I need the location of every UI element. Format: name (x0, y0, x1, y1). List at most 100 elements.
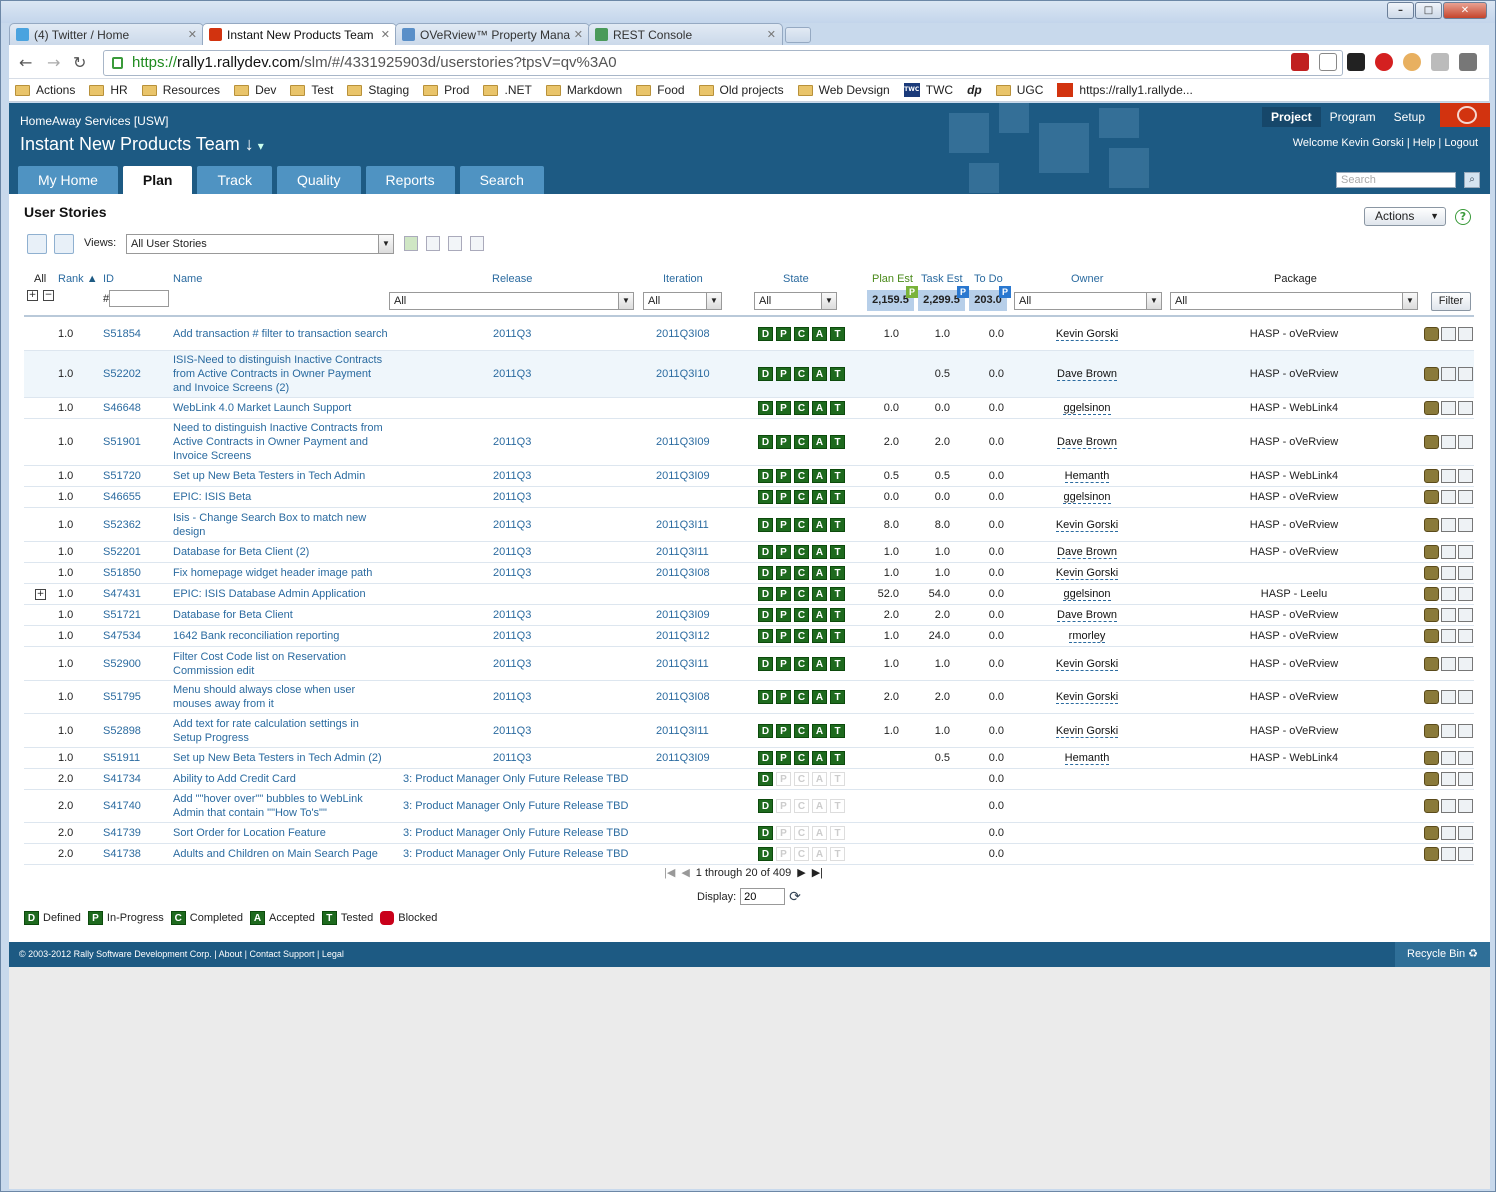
story-id-link[interactable]: S47534 (103, 630, 141, 642)
state-t-button[interactable]: T (830, 751, 845, 765)
state-a-button[interactable]: A (812, 723, 827, 738)
state-p-button[interactable]: P (776, 629, 791, 643)
copy-icon[interactable] (1458, 847, 1473, 861)
state-a-button[interactable]: A (812, 608, 827, 622)
display-input[interactable] (740, 888, 786, 905)
story-id-link[interactable]: S52898 (103, 725, 141, 737)
story-id-link[interactable]: S52202 (103, 368, 141, 380)
col-iteration[interactable]: Iteration (663, 273, 703, 285)
state-a-button[interactable]: A (812, 847, 827, 861)
plan-est-cell[interactable]: 0.0 (864, 491, 899, 503)
state-a-button[interactable]: A (812, 656, 827, 671)
state-a-button[interactable]: A (812, 367, 827, 381)
state-t-button[interactable]: T (830, 367, 845, 381)
state-p-button[interactable]: P (776, 517, 791, 532)
edit-icon[interactable] (1441, 723, 1456, 738)
gear-icon[interactable] (1424, 723, 1439, 738)
plan-est-cell[interactable]: 1.0 (864, 658, 899, 670)
copy-icon[interactable] (1458, 799, 1473, 813)
state-p-button[interactable]: P (776, 367, 791, 381)
story-id-link[interactable]: S52362 (103, 519, 141, 531)
project-name[interactable]: Instant New Products Team ↓ ▾ (20, 134, 264, 155)
copy-icon[interactable] (1458, 566, 1473, 580)
copy-view-icon[interactable] (448, 236, 462, 251)
state-a-button[interactable]: A (812, 751, 827, 765)
copy-icon[interactable] (1458, 469, 1473, 483)
story-name-link[interactable]: Database for Beta Client (2) (173, 545, 388, 559)
state-filter[interactable]: All ▼ (754, 292, 837, 310)
iteration-link[interactable]: 2011Q3I08 (656, 328, 710, 340)
plan-est-cell[interactable]: 52.0 (864, 588, 899, 600)
state-a-button[interactable]: A (812, 690, 827, 704)
edit-icon[interactable] (1441, 469, 1456, 483)
owner-cell[interactable]: Dave Brown (1034, 546, 1140, 559)
state-p-button[interactable]: P (776, 826, 791, 840)
bookmark-item[interactable]: UGC (995, 83, 1043, 97)
story-name-link[interactable]: Set up New Beta Testers in Tech Admin (173, 469, 388, 483)
copy-icon[interactable] (1458, 826, 1473, 840)
iteration-filter[interactable]: All ▼ (643, 292, 722, 310)
state-t-button[interactable]: T (830, 435, 845, 449)
owner-cell[interactable]: Dave Brown (1034, 436, 1140, 449)
bookmark-item[interactable]: HR (89, 83, 128, 97)
owner-cell[interactable]: Hemanth (1034, 752, 1140, 765)
tab-track[interactable]: Track (197, 166, 272, 194)
star-icon[interactable] (1319, 53, 1337, 71)
col-all[interactable]: All (34, 273, 46, 285)
owner-cell[interactable]: Kevin Gorski (1034, 327, 1140, 341)
state-p-button[interactable]: P (776, 690, 791, 704)
edit-icon[interactable] (1441, 545, 1456, 559)
plan-est-cell[interactable]: 1.0 (864, 725, 899, 737)
adblock-icon[interactable] (1375, 53, 1393, 71)
state-p-button[interactable]: P (776, 723, 791, 738)
state-c-button[interactable]: C (794, 367, 809, 381)
edit-icon[interactable] (1441, 772, 1456, 786)
owner-cell[interactable]: Kevin Gorski (1034, 518, 1140, 532)
state-a-button[interactable]: A (812, 490, 827, 504)
edit-icon[interactable] (1441, 367, 1456, 381)
col-task-est[interactable]: Task Est (921, 273, 963, 285)
bookmark-item[interactable]: Actions (15, 83, 75, 97)
owner-cell[interactable]: ggelsinon (1034, 402, 1140, 415)
state-t-button[interactable]: T (830, 469, 845, 483)
state-t-button[interactable]: T (830, 629, 845, 643)
plan-est-cell[interactable]: 0.0 (864, 402, 899, 414)
search-icon[interactable]: ⌕ (1464, 172, 1480, 188)
iteration-link[interactable]: 2011Q3I08 (656, 567, 710, 579)
list-view-icon[interactable] (54, 234, 74, 254)
copy-icon[interactable] (1458, 587, 1473, 601)
story-id-link[interactable]: S46648 (103, 402, 141, 414)
header-nav-program[interactable]: Program (1321, 107, 1385, 127)
flash-extension-icon[interactable] (1291, 53, 1309, 71)
col-plan-est[interactable]: Plan Est (872, 273, 913, 285)
back-icon[interactable]: ← (19, 53, 32, 72)
state-a-button[interactable]: A (812, 326, 827, 341)
release-link[interactable]: 3: Product Manager Only Future Release T… (403, 848, 628, 860)
gear-icon[interactable] (1424, 435, 1439, 449)
copy-icon[interactable] (1458, 723, 1473, 738)
release-link[interactable]: 2011Q3 (493, 546, 531, 558)
state-t-button[interactable]: T (830, 608, 845, 622)
owner-cell[interactable]: Kevin Gorski (1034, 567, 1140, 580)
copy-icon[interactable] (1458, 435, 1473, 449)
state-a-button[interactable]: A (812, 401, 827, 415)
delete-view-icon[interactable] (470, 236, 484, 251)
address-bar[interactable]: https://rally1.rallydev.com/slm/#/433192… (103, 50, 1343, 76)
browser-tab[interactable]: REST Console ✕ (588, 23, 783, 45)
owner-cell[interactable]: Kevin Gorski (1034, 657, 1140, 671)
release-link[interactable]: 2011Q3 (493, 491, 531, 503)
owner-cell[interactable]: Dave Brown (1034, 368, 1140, 381)
s-extension-icon[interactable] (1347, 53, 1365, 71)
bookmark-item[interactable]: Old projects (698, 83, 784, 97)
story-name-link[interactable]: EPIC: ISIS Database Admin Application (173, 587, 388, 601)
copy-icon[interactable] (1458, 517, 1473, 532)
iteration-link[interactable]: 2011Q3I12 (656, 630, 710, 642)
bookmark-item[interactable]: https://rally1.rallyde... (1057, 83, 1193, 97)
state-d-button[interactable]: D (758, 587, 773, 601)
state-c-button[interactable]: C (794, 326, 809, 341)
tab-quality[interactable]: Quality (276, 166, 361, 194)
state-d-button[interactable]: D (758, 847, 773, 861)
bookmark-item[interactable]: Prod (423, 83, 469, 97)
iteration-link[interactable]: 2011Q3I09 (656, 436, 710, 448)
state-c-button[interactable]: C (794, 690, 809, 704)
